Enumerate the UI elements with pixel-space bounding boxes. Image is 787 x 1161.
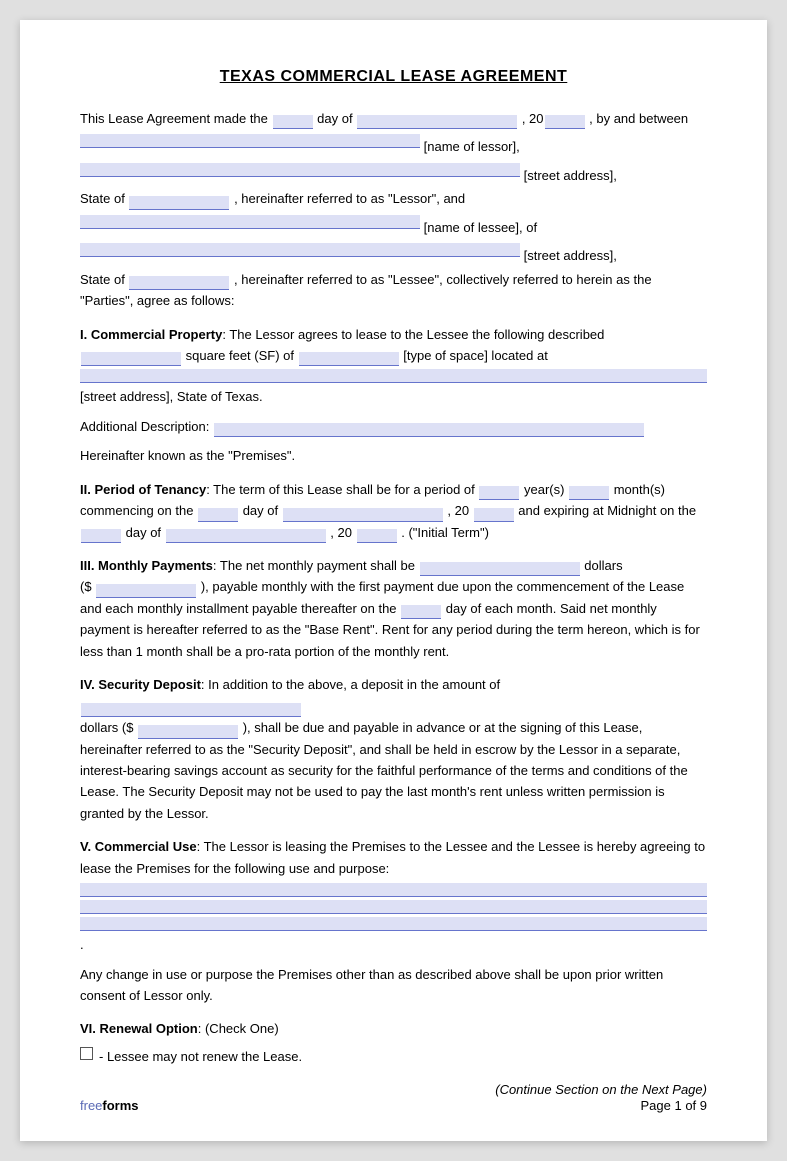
monthly-amount-words-field[interactable] bbox=[420, 562, 580, 576]
day-field[interactable] bbox=[273, 115, 313, 129]
commence-year-field[interactable] bbox=[474, 508, 514, 522]
page-number: Page 1 of 9 bbox=[641, 1098, 708, 1113]
years-field[interactable] bbox=[479, 486, 519, 500]
use-field-1[interactable] bbox=[80, 883, 707, 897]
deposit-amount-words-field[interactable] bbox=[81, 703, 301, 717]
month-field[interactable] bbox=[357, 115, 517, 129]
intro-section: This Lease Agreement made the day of , 2… bbox=[80, 108, 707, 312]
expire-day-field[interactable] bbox=[81, 529, 121, 543]
section-renewal-option: VI. Renewal Option: (Check One) - Lessee… bbox=[80, 1018, 707, 1067]
year-field[interactable] bbox=[545, 115, 585, 129]
use-field-3[interactable] bbox=[80, 917, 707, 931]
square-feet-field[interactable] bbox=[81, 352, 181, 366]
months-field[interactable] bbox=[569, 486, 609, 500]
renewal-checkbox[interactable] bbox=[80, 1047, 93, 1060]
lessor-address-field[interactable] bbox=[80, 163, 520, 177]
section-commercial-use: V. Commercial Use: The Lessor is leasing… bbox=[80, 836, 707, 1006]
type-of-space-field[interactable] bbox=[299, 352, 399, 366]
section-commercial-property: I. Commercial Property: The Lessor agree… bbox=[80, 324, 707, 467]
brand-logo: freeforms bbox=[80, 1098, 139, 1113]
additional-desc-field[interactable] bbox=[214, 423, 644, 437]
section-security-deposit: IV. Security Deposit: In addition to the… bbox=[80, 674, 707, 824]
use-field-2[interactable] bbox=[80, 900, 707, 914]
commence-day-field[interactable] bbox=[198, 508, 238, 522]
section-monthly-payments: III. Monthly Payments: The net monthly p… bbox=[80, 555, 707, 662]
lessor-state-field[interactable] bbox=[129, 196, 229, 210]
section-period-of-tenancy: II. Period of Tenancy: The term of this … bbox=[80, 479, 707, 543]
lessor-name-field[interactable] bbox=[80, 134, 420, 148]
payment-day-field[interactable] bbox=[401, 605, 441, 619]
continue-note: (Continue Section on the Next Page) bbox=[80, 1079, 707, 1100]
lessee-name-field[interactable] bbox=[80, 215, 420, 229]
intro-line1: This Lease Agreement made the bbox=[80, 111, 268, 126]
property-address-field[interactable] bbox=[80, 369, 707, 383]
lessee-state-field[interactable] bbox=[129, 276, 229, 290]
commence-month-field[interactable] bbox=[283, 508, 443, 522]
expire-year-field[interactable] bbox=[357, 529, 397, 543]
lessee-address-field[interactable] bbox=[80, 243, 520, 257]
document-title: TEXAS COMMERCIAL LEASE AGREEMENT bbox=[80, 68, 707, 86]
deposit-amount-numbers-field[interactable] bbox=[138, 725, 238, 739]
expire-month-field[interactable] bbox=[166, 529, 326, 543]
monthly-amount-numbers-field[interactable] bbox=[96, 584, 196, 598]
document-page: TEXAS COMMERCIAL LEASE AGREEMENT This Le… bbox=[20, 20, 767, 1141]
